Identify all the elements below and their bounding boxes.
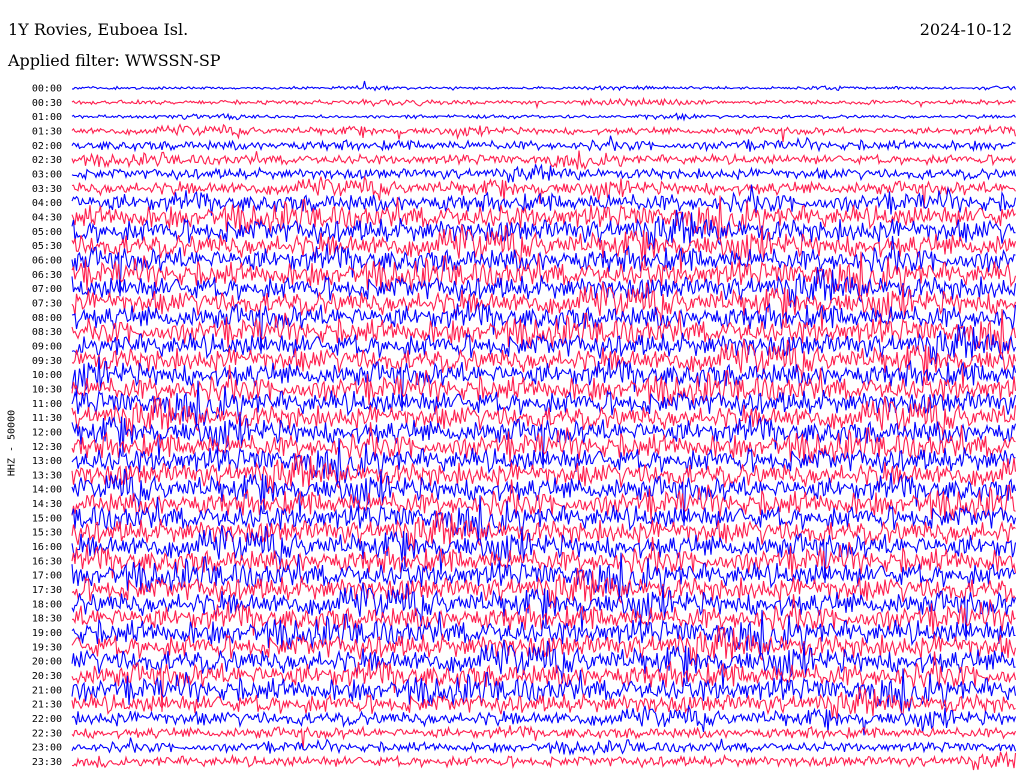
time-tick-label: 20:00 bbox=[32, 657, 62, 668]
time-tick-label: 21:30 bbox=[32, 700, 62, 711]
time-tick-label: 22:00 bbox=[32, 714, 62, 725]
time-tick-label: 12:30 bbox=[32, 442, 62, 453]
time-tick-label: 06:00 bbox=[32, 255, 62, 266]
time-tick-label: 12:00 bbox=[32, 427, 62, 438]
time-tick-label: 02:00 bbox=[32, 141, 62, 152]
time-tick-label: 20:30 bbox=[32, 671, 62, 682]
time-tick-label: 14:30 bbox=[32, 499, 62, 510]
time-tick-label: 11:00 bbox=[32, 399, 62, 410]
trace-row-0400 bbox=[71, 184, 1017, 216]
trace-row-2200 bbox=[71, 704, 1017, 736]
time-tick-label: 07:30 bbox=[32, 298, 62, 309]
time-tick-label: 23:00 bbox=[32, 743, 62, 754]
time-tick-label: 05:30 bbox=[32, 241, 62, 252]
time-tick-label: 05:00 bbox=[32, 227, 62, 238]
time-tick-label: 15:30 bbox=[32, 528, 62, 539]
time-tick-label: 23:30 bbox=[32, 757, 62, 768]
time-tick-label: 10:30 bbox=[32, 384, 62, 395]
time-tick-label: 13:00 bbox=[32, 456, 62, 467]
trace-row-2300 bbox=[71, 737, 1017, 756]
trace-row-0230 bbox=[71, 150, 1016, 171]
time-tick-label: 03:00 bbox=[32, 169, 62, 180]
time-tick-label: 02:30 bbox=[32, 155, 62, 166]
time-tick-label: 16:30 bbox=[32, 556, 62, 567]
time-tick-label: 06:30 bbox=[32, 270, 62, 281]
time-tick-label: 17:30 bbox=[32, 585, 62, 596]
time-tick-label: 09:30 bbox=[32, 356, 62, 367]
time-tick-labels: 00:00 00:30 01:00 01:30 02:00 02:30 03:00 03:30… bbox=[32, 84, 62, 769]
y-axis-label: HHZ - 50000 bbox=[6, 409, 18, 477]
time-tick-label: 00:30 bbox=[32, 98, 62, 109]
trace-group bbox=[71, 80, 1017, 771]
time-tick-label: 10:00 bbox=[32, 370, 62, 381]
time-tick-label: 00:00 bbox=[32, 84, 62, 95]
time-tick-label: 18:00 bbox=[32, 599, 62, 610]
trace-row-1400 bbox=[71, 468, 1017, 526]
trace-row-0130 bbox=[71, 123, 1017, 142]
trace-row-0300 bbox=[71, 163, 1017, 183]
trace-row-0100 bbox=[71, 112, 1016, 122]
time-tick-label: 07:00 bbox=[32, 284, 62, 295]
time-tick-label: 16:00 bbox=[32, 542, 62, 553]
time-tick-label: 04:00 bbox=[32, 198, 62, 209]
trace-row-2330 bbox=[71, 750, 1017, 771]
time-tick-label: 21:00 bbox=[32, 685, 62, 696]
time-tick-label: 17:00 bbox=[32, 571, 62, 582]
time-tick-label: 15:00 bbox=[32, 513, 62, 524]
time-tick-label: 03:30 bbox=[32, 184, 62, 195]
trace-row-0000 bbox=[71, 80, 1016, 92]
time-tick-label: 08:30 bbox=[32, 327, 62, 338]
time-tick-label: 14:00 bbox=[32, 485, 62, 496]
helicorder-plot: 00:00 00:30 01:00 01:30 02:00 02:30 03:00 03:30… bbox=[32, 80, 1017, 771]
time-tick-label: 19:00 bbox=[32, 628, 62, 639]
time-tick-label: 13:30 bbox=[32, 470, 62, 481]
time-tick-label: 19:30 bbox=[32, 642, 62, 653]
time-tick-label: 18:30 bbox=[32, 614, 62, 625]
time-tick-label: 22:30 bbox=[32, 728, 62, 739]
time-tick-label: 08:00 bbox=[32, 313, 62, 324]
trace-row-0200 bbox=[71, 135, 1016, 153]
trace-row-0030 bbox=[71, 96, 1016, 110]
time-tick-label: 01:30 bbox=[32, 126, 62, 137]
time-tick-label: 09:00 bbox=[32, 341, 62, 352]
time-tick-label: 04:30 bbox=[32, 212, 62, 223]
time-tick-label: 11:30 bbox=[32, 413, 62, 424]
time-tick-label: 01:00 bbox=[32, 112, 62, 123]
